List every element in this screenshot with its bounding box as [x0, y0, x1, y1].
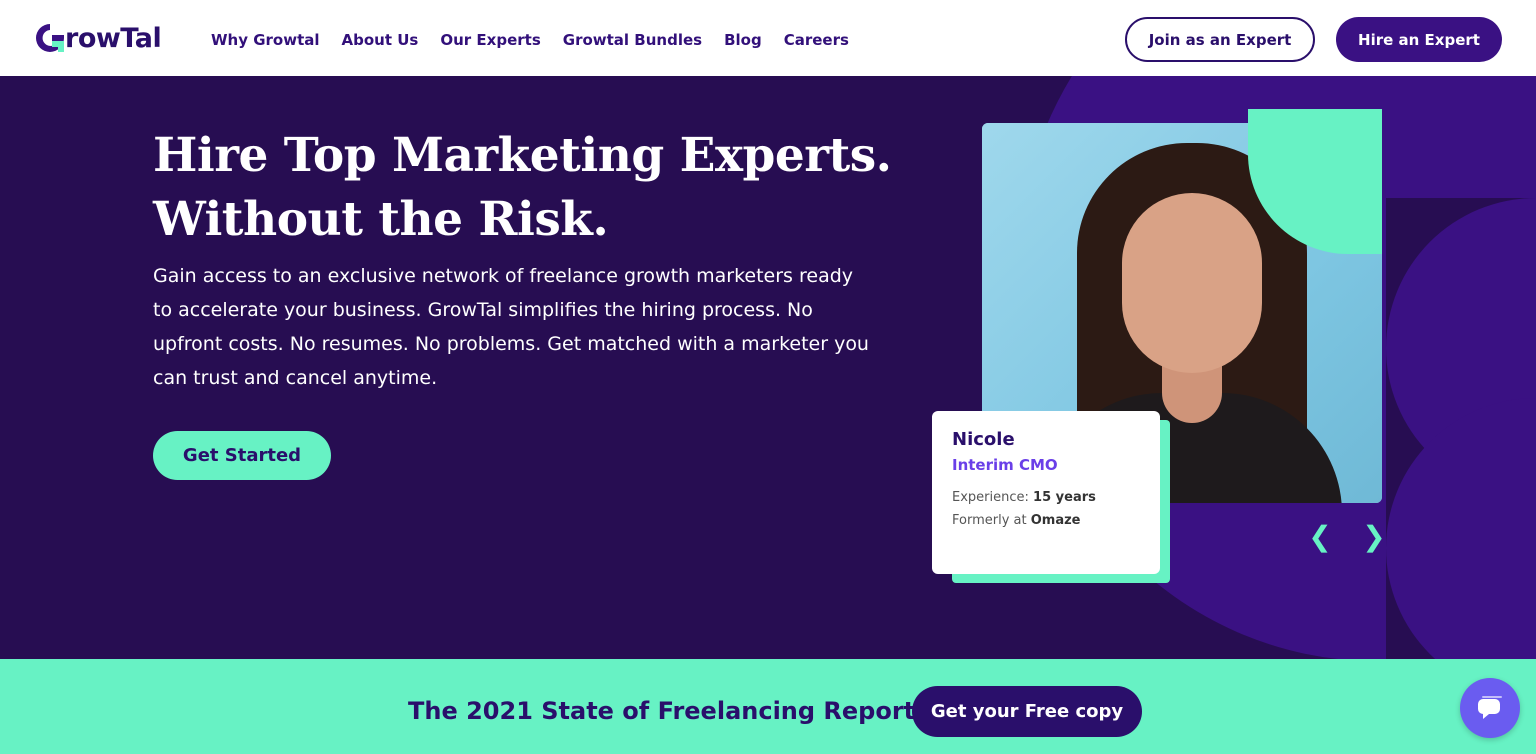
- chat-bubble-icon[interactable]: [1460, 678, 1520, 738]
- chat-icon-glyph: [1478, 696, 1502, 719]
- get-free-copy-button[interactable]: Get your Free copy: [912, 686, 1142, 737]
- hero-section: Hire Top Marketing Experts. Without the …: [0, 76, 1536, 659]
- expert-name: Nicole: [952, 429, 1015, 450]
- nav-blog[interactable]: Blog: [724, 31, 762, 49]
- expert-experience: Experience: 15 years: [952, 490, 1096, 505]
- nav-our-experts[interactable]: Our Experts: [440, 31, 540, 49]
- logo-text: rowTal: [65, 22, 162, 54]
- expert-meta: Experience: 15 years Formerly at Omaze: [952, 486, 1140, 532]
- hero-title: Hire Top Marketing Experts. Without the …: [153, 124, 913, 252]
- nav-careers[interactable]: Careers: [784, 31, 849, 49]
- main-nav: Why Growtal About Us Our Experts Growtal…: [211, 31, 871, 49]
- hero-title-line2: Without the Risk.: [153, 192, 609, 247]
- report-banner: The 2021 State of Freelancing Report Get…: [0, 659, 1536, 754]
- site-header: rowTal Why Growtal About Us Our Experts …: [0, 0, 1536, 76]
- carousel-prev-icon[interactable]: ❮: [1308, 522, 1332, 552]
- expert-card: Nicole Interim CMO Experience: 15 years …: [932, 411, 1160, 574]
- growtal-logo[interactable]: rowTal: [33, 18, 162, 58]
- hire-expert-button[interactable]: Hire an Expert: [1336, 17, 1502, 62]
- report-banner-text: The 2021 State of Freelancing Report: [408, 697, 916, 725]
- nav-about-us[interactable]: About Us: [342, 31, 419, 49]
- expert-formerly: Formerly at Omaze: [952, 513, 1081, 528]
- expert-role: Interim CMO: [952, 456, 1058, 474]
- nav-why-growtal[interactable]: Why Growtal: [211, 31, 320, 49]
- carousel-next-icon[interactable]: ❯: [1362, 522, 1386, 552]
- join-as-expert-button[interactable]: Join as an Expert: [1125, 17, 1315, 62]
- growtal-logo-icon: [36, 24, 64, 52]
- nav-growtal-bundles[interactable]: Growtal Bundles: [563, 31, 702, 49]
- hero-title-line1: Hire Top Marketing Experts.: [153, 128, 892, 183]
- get-started-button[interactable]: Get Started: [153, 431, 331, 480]
- hero-description: Gain access to an exclusive network of f…: [153, 265, 869, 389]
